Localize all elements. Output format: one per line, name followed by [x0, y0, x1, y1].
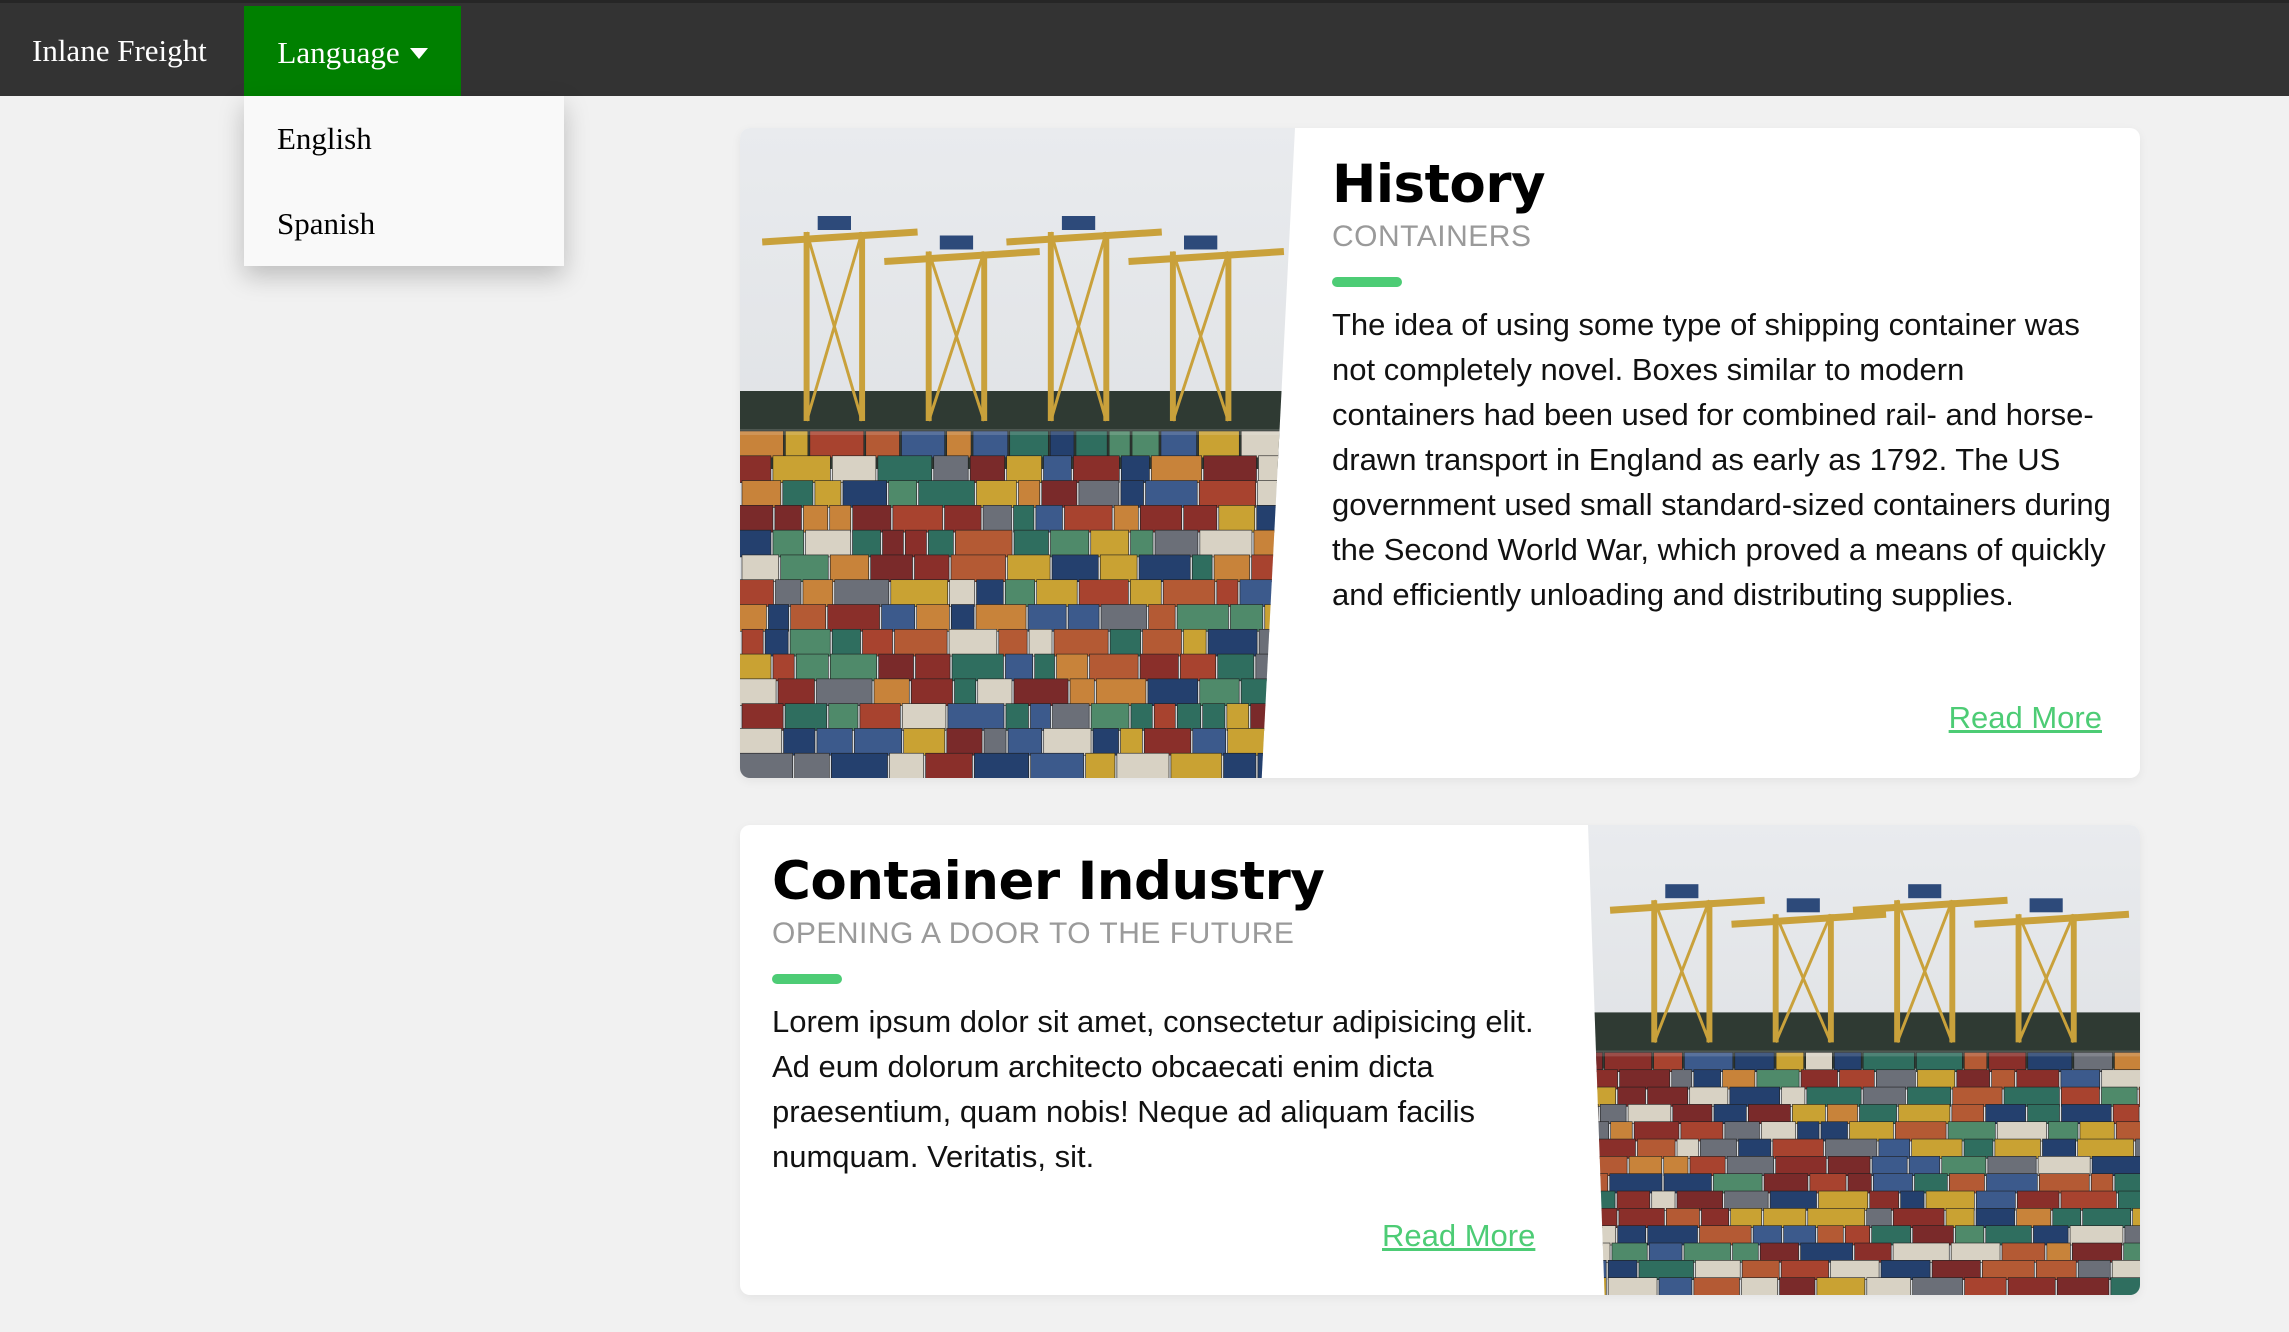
- language-dropdown-menu: English Spanish: [244, 96, 564, 266]
- brand-link[interactable]: Inlane Freight: [32, 3, 207, 99]
- language-option-english[interactable]: English: [244, 96, 564, 181]
- language-option-spanish[interactable]: Spanish: [244, 181, 564, 266]
- card-body-text: The idea of using some type of shipping …: [1332, 307, 2111, 612]
- card-title: Container Industry: [772, 851, 1325, 912]
- container-industry-card-content: Container Industry OPENING A DOOR TO THE…: [772, 825, 1572, 1179]
- card-subtitle: CONTAINERS: [1332, 220, 1532, 253]
- language-label: Language: [277, 34, 400, 70]
- accent-divider: [1332, 277, 1402, 287]
- language-dropdown-button[interactable]: Language: [244, 6, 461, 99]
- read-more-link[interactable]: Read More: [1949, 700, 2102, 736]
- top-navbar: Inlane Freight Language: [0, 0, 2289, 99]
- caret-down-icon: [409, 48, 428, 59]
- history-card-content: History CONTAINERS The idea of using som…: [1332, 128, 2112, 617]
- read-more-link[interactable]: Read More: [1382, 1218, 1535, 1254]
- card-subtitle: OPENING A DOOR TO THE FUTURE: [772, 917, 1295, 950]
- container-port-image: [1588, 825, 2140, 1295]
- container-industry-card: Container Industry OPENING A DOOR TO THE…: [740, 825, 2140, 1295]
- history-card: History CONTAINERS The idea of using som…: [740, 128, 2140, 778]
- card-body-text: Lorem ipsum dolor sit amet, consectetur …: [772, 1004, 1534, 1174]
- card-title: History: [1332, 154, 1546, 215]
- accent-divider: [772, 974, 842, 984]
- container-port-image: [740, 128, 1295, 778]
